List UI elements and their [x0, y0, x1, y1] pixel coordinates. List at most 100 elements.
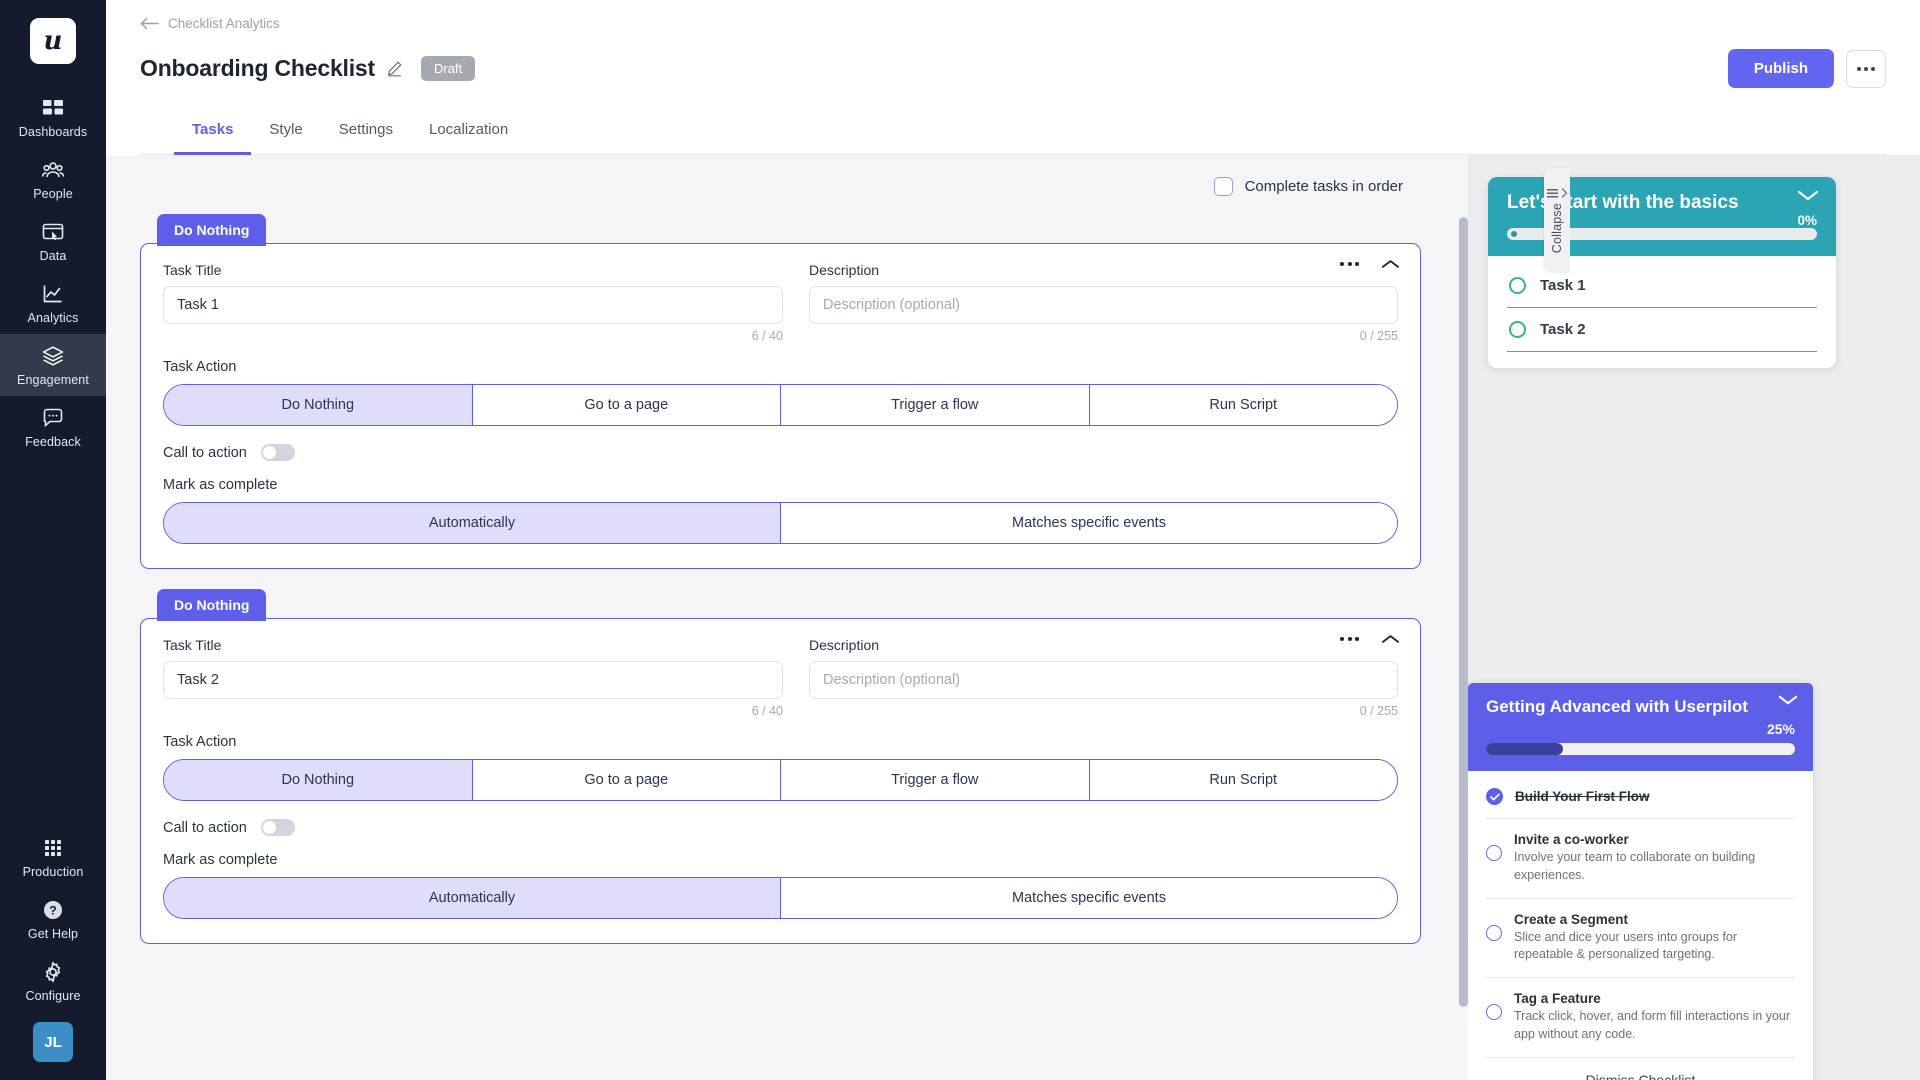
task-description-input[interactable]: [809, 661, 1398, 699]
task-title-input[interactable]: [163, 661, 783, 699]
list-item-body: Tag a Feature Track click, hover, and fo…: [1514, 991, 1795, 1044]
sidebar-item-label: Feedback: [25, 435, 81, 449]
task-action-option-go-to-a-page[interactable]: Go to a page: [472, 385, 781, 425]
sidebar-item-configure[interactable]: Configure: [0, 950, 106, 1012]
call-to-action-row: Call to action: [163, 819, 1398, 836]
sidebar-item-feedback[interactable]: Feedback: [0, 396, 106, 458]
task-description-counter: 0 / 255: [1359, 329, 1398, 343]
tab-bar: Tasks Style Settings Localization: [140, 110, 1886, 155]
more-options-button[interactable]: [1846, 49, 1886, 88]
task-more-menu-button[interactable]: [1338, 631, 1361, 647]
mark-complete-option-matches-specific-events[interactable]: Matches specific events: [781, 503, 1397, 543]
task-status-circle-icon[interactable]: [1509, 277, 1526, 294]
app-root: u Dashboards People Data Analytics Engag…: [0, 0, 1920, 1080]
mark-as-complete-label: Mark as complete: [163, 852, 278, 868]
rail-bottom-group: Production ? Get Help Configure JL: [0, 826, 106, 1080]
list-item[interactable]: Build Your First Flow: [1486, 775, 1795, 819]
chevron-down-icon[interactable]: [1778, 694, 1798, 706]
call-to-action-row: Call to action: [163, 444, 1398, 461]
task-action-option-trigger-a-flow[interactable]: Trigger a flow: [781, 760, 1090, 800]
tab-settings[interactable]: Settings: [321, 110, 411, 155]
check-circle-icon[interactable]: [1486, 788, 1503, 805]
breadcrumb[interactable]: Checklist Analytics: [140, 16, 280, 31]
tab-localization[interactable]: Localization: [411, 110, 526, 155]
dot: [1864, 66, 1868, 71]
task-status-circle-icon[interactable]: [1486, 845, 1502, 861]
check-icon: [1489, 793, 1500, 800]
editor-scrollbar-thumb[interactable]: [1459, 217, 1468, 1007]
feedback-icon: [43, 408, 63, 428]
top-bar: Checklist Analytics Onboarding Checklist…: [106, 0, 1920, 155]
collapse-preview-handle[interactable]: Collapse: [1544, 168, 1570, 273]
dot: [1355, 262, 1359, 266]
task-action-option-do-nothing[interactable]: Do Nothing: [164, 760, 473, 800]
main-area: Checklist Analytics Onboarding Checklist…: [106, 0, 1920, 1080]
editor-scrollbar-track[interactable]: [1459, 155, 1468, 1080]
list-item[interactable]: Tag a Feature Track click, hover, and fo…: [1486, 978, 1795, 1058]
mark-complete-option-matches-specific-events[interactable]: Matches specific events: [781, 878, 1397, 918]
sidebar-item-production[interactable]: Production: [0, 826, 106, 888]
task-title-input[interactable]: [163, 286, 783, 324]
list-item[interactable]: Invite a co-worker Involve your team to …: [1486, 819, 1795, 899]
sidebar-item-engagement[interactable]: Engagement: [0, 334, 106, 396]
avatar[interactable]: JL: [33, 1022, 73, 1062]
task-status-circle-icon[interactable]: [1486, 924, 1502, 941]
sidebar-item-label: People: [33, 187, 73, 201]
sidebar-item-analytics[interactable]: Analytics: [0, 272, 106, 334]
call-to-action-toggle[interactable]: [260, 819, 295, 836]
publish-button[interactable]: Publish: [1727, 49, 1834, 88]
sidebar-item-people[interactable]: People: [0, 148, 106, 210]
tab-style[interactable]: Style: [251, 110, 320, 155]
task-more-menu-button[interactable]: [1338, 256, 1361, 272]
list-item[interactable]: Create a Segment Slice and dice your use…: [1486, 899, 1795, 978]
task-status-circle-icon[interactable]: [1486, 1004, 1502, 1020]
basics-widget-progress-text: 0%: [1797, 213, 1817, 228]
chevron-down-icon[interactable]: [1797, 189, 1819, 202]
sidebar-item-get-help[interactable]: ? Get Help: [0, 888, 106, 950]
sidebar-item-data[interactable]: Data: [0, 210, 106, 272]
collapse-label: Collapse: [1550, 202, 1564, 254]
task-action-option-run-script[interactable]: Run Script: [1089, 385, 1397, 425]
call-to-action-label: Call to action: [163, 819, 247, 836]
task-card: Task Title 6 / 40 Description 0 / 255 Ta…: [140, 618, 1421, 944]
breadcrumb-label: Checklist Analytics: [168, 16, 280, 31]
task-description-input[interactable]: [809, 286, 1398, 324]
list-item-title: Invite a co-worker: [1514, 832, 1629, 847]
back-arrow-icon: [140, 17, 159, 30]
advanced-widget-header: Getting Advanced with Userpilot 25%: [1468, 683, 1813, 771]
dashboards-icon: [43, 100, 63, 115]
sidebar-item-label: Dashboards: [18, 125, 88, 139]
call-to-action-toggle[interactable]: [260, 444, 295, 461]
chevron-up-icon[interactable]: [1381, 633, 1400, 645]
task-action-option-do-nothing[interactable]: Do Nothing: [164, 385, 473, 425]
task-editor-pane: Complete tasks in order Do Nothing Task …: [106, 155, 1455, 1080]
body-split: Complete tasks in order Do Nothing Task …: [106, 155, 1920, 1080]
task-status-circle-icon[interactable]: [1509, 321, 1526, 338]
preview-checklist-advanced: Getting Advanced with Userpilot 25% Buil…: [1468, 683, 1813, 1080]
sidebar-item-label: Engagement: [17, 373, 89, 387]
dot: [1355, 637, 1359, 641]
task-card: Task Title 6 / 40 Description 0 / 255 Ta…: [140, 243, 1421, 569]
mark-complete-option-automatically[interactable]: Automatically: [164, 878, 781, 918]
mark-complete-option-automatically[interactable]: Automatically: [164, 503, 781, 543]
task-action-option-run-script[interactable]: Run Script: [1089, 760, 1397, 800]
sidebar-item-dashboards[interactable]: Dashboards: [0, 86, 106, 148]
task-action-option-trigger-a-flow[interactable]: Trigger a flow: [781, 385, 1090, 425]
analytics-icon: [43, 285, 62, 303]
task-action-segmented-control: Do Nothing Go to a page Trigger a flow R…: [163, 759, 1398, 801]
advanced-widget-progress-text: 25%: [1766, 721, 1795, 737]
question-mark-icon: ?: [44, 901, 62, 919]
task-description-field-group: Description 0 / 255: [809, 637, 1398, 718]
complete-tasks-in-order-checkbox[interactable]: [1213, 177, 1233, 196]
app-logo[interactable]: u: [30, 18, 76, 64]
dismiss-checklist-button[interactable]: Dismiss Checklist: [1486, 1058, 1795, 1080]
basics-widget-items: Task 1 Task 2: [1488, 256, 1836, 368]
edit-pencil-icon[interactable]: [386, 60, 403, 77]
tab-tasks[interactable]: Tasks: [174, 110, 252, 155]
task-action-option-go-to-a-page[interactable]: Go to a page: [472, 760, 781, 800]
chevron-up-icon[interactable]: [1381, 258, 1400, 270]
task-card-wrapper: Do Nothing Task Title: [140, 589, 1421, 944]
progress-dot: [1511, 231, 1517, 237]
data-icon: [42, 223, 64, 241]
list-item[interactable]: Task 2: [1507, 308, 1817, 352]
